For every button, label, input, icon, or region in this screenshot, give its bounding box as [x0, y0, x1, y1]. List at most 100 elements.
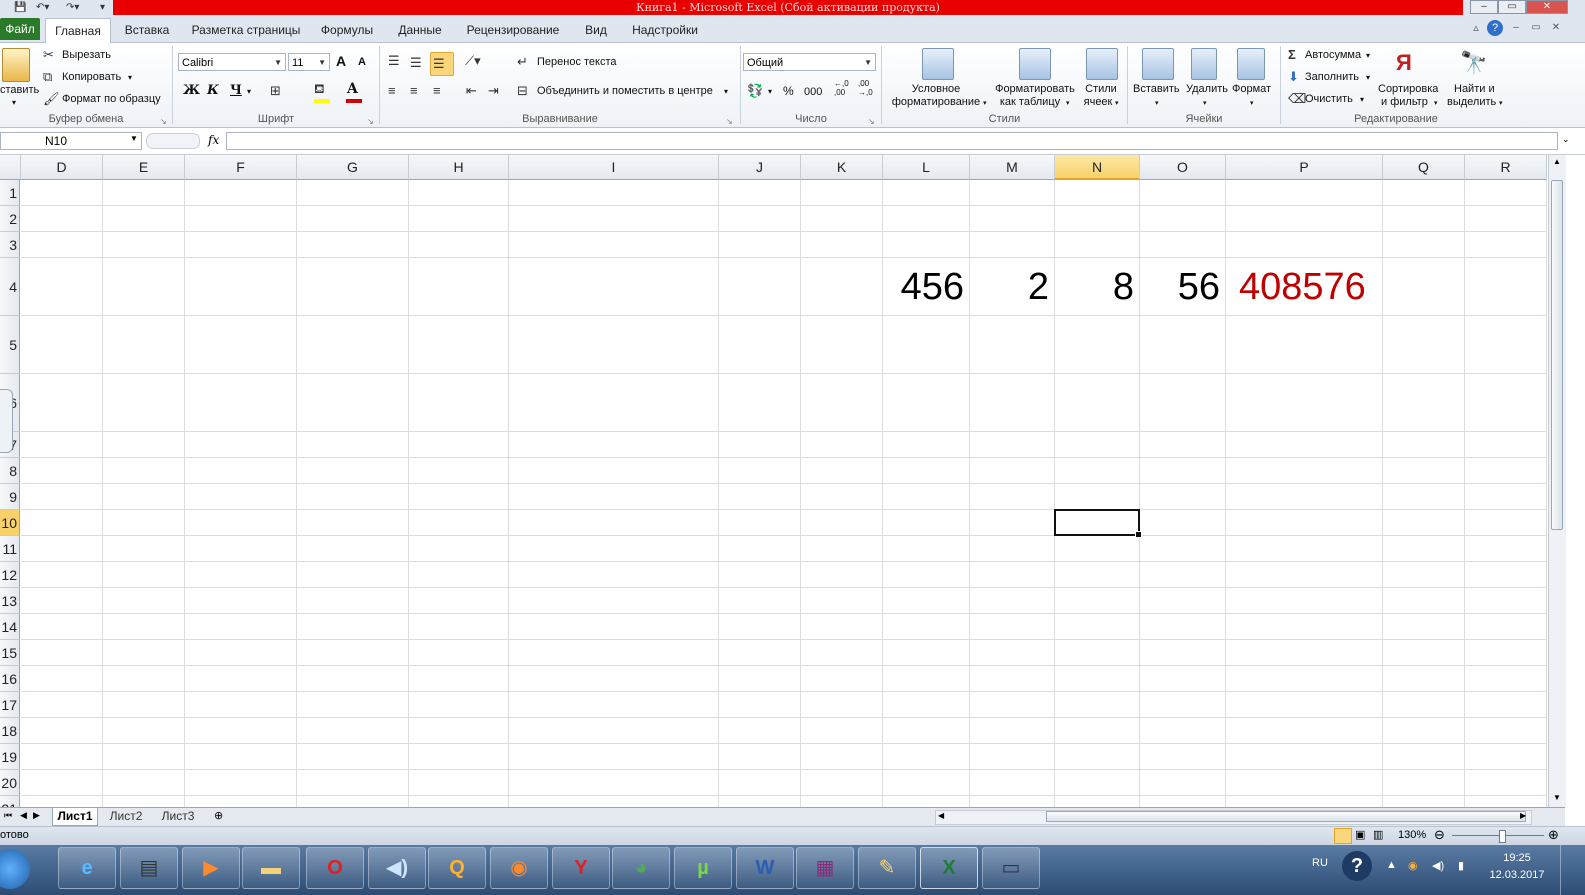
doc-minimize-icon[interactable]: –	[1508, 20, 1524, 36]
selected-cell-n10[interactable]	[1054, 509, 1142, 538]
internet-explorer-icon[interactable]: e	[58, 847, 116, 889]
tab-insert[interactable]: Вставка	[118, 20, 176, 42]
utorrent-icon[interactable]: µ	[674, 847, 732, 889]
find-dropdown-icon[interactable]: ▾	[1499, 97, 1503, 110]
doc-restore-icon[interactable]: ▭	[1528, 20, 1544, 36]
paint-icon[interactable]: ✎	[858, 847, 916, 889]
column-header-m[interactable]: M	[970, 155, 1055, 180]
side-panel-tab[interactable]	[0, 389, 13, 453]
merge-dropdown-icon[interactable]: ▾	[724, 85, 728, 98]
name-box[interactable]: N10	[0, 132, 142, 150]
format-as-table-label-2[interactable]: как таблицу	[990, 96, 1070, 109]
sort-filter-label-1[interactable]: Сортировка	[1378, 83, 1438, 96]
delete-cells-button[interactable]: Удалить	[1186, 83, 1228, 96]
show-hidden-icons[interactable]: ▲	[1386, 859, 1397, 871]
clipboard-launcher-icon[interactable]: ↘	[160, 115, 167, 128]
search-app-icon[interactable]: Q	[428, 847, 486, 889]
column-header-h[interactable]: H	[409, 155, 509, 180]
speaker-app-icon[interactable]: ◀)	[368, 847, 426, 889]
orientation-icon[interactable]: ⟋▾	[465, 53, 481, 69]
yandex-browser-icon[interactable]: Y	[552, 847, 610, 889]
format-cells-button[interactable]: Формат	[1232, 83, 1271, 96]
name-box-dropdown-icon[interactable]: ▼	[130, 134, 138, 143]
chrome-icon[interactable]: ◕	[612, 847, 670, 889]
row-header-16[interactable]: 16	[0, 666, 20, 692]
conditional-formatting-label-1[interactable]: Условное	[884, 83, 988, 96]
fill-handle[interactable]	[1135, 531, 1142, 538]
align-right-icon[interactable]: ≡	[433, 83, 441, 99]
volume-icon[interactable]: ◀)	[1432, 859, 1444, 872]
column-header-i[interactable]: I	[509, 155, 719, 180]
row-header-15[interactable]: 15	[0, 640, 20, 666]
borders-icon[interactable]: ⊞	[270, 83, 281, 99]
clock-date[interactable]: 12.03.2017	[1484, 869, 1550, 881]
worksheet-grid[interactable]: D E F G H I J K L M N O P Q R 1 2 3 4 5 6 7 8 9 10 11 12 13 14 15 16 17…	[0, 155, 1548, 807]
insert-function-button[interactable]: fx	[208, 133, 219, 147]
cell-styles-dropdown-icon[interactable]: ▾	[1115, 97, 1119, 110]
paste-button[interactable]: ставить	[0, 84, 39, 97]
column-header-j[interactable]: J	[719, 155, 801, 180]
format-painter-icon[interactable]: 🖌	[43, 91, 60, 107]
row-header-5[interactable]: 5	[0, 316, 20, 374]
insert-cells-icon[interactable]	[1142, 48, 1174, 80]
help-icon[interactable]: ?	[1487, 20, 1503, 36]
font-launcher-icon[interactable]: ↘	[367, 115, 374, 128]
scroll-left-icon[interactable]: ◀	[938, 811, 944, 820]
decrease-decimal-button[interactable]: ,00 →,0	[858, 79, 878, 97]
column-header-q[interactable]: Q	[1383, 155, 1465, 180]
normal-view-icon[interactable]	[1334, 828, 1352, 844]
notepad-icon[interactable]: ▭	[982, 847, 1040, 889]
tab-formulas[interactable]: Формулы	[314, 20, 380, 42]
align-left-icon[interactable]: ≡	[388, 83, 396, 99]
tab-data[interactable]: Данные	[390, 20, 450, 42]
find-select-label-2[interactable]: выделить	[1447, 96, 1496, 109]
tab-addins[interactable]: Надстройки	[625, 20, 705, 42]
sheet-tab-2[interactable]: Лист2	[104, 808, 148, 825]
row-header-9[interactable]: 9	[0, 484, 20, 510]
row-header-12[interactable]: 12	[0, 562, 20, 588]
wrap-text-button[interactable]: Перенос текста	[537, 56, 617, 69]
row-header-4[interactable]: 4	[0, 258, 20, 316]
firefox-icon[interactable]: ◉	[490, 847, 548, 889]
cell-n4[interactable]: 8	[1055, 258, 1134, 316]
horizontal-scrollbar[interactable]: ◀ ▶	[935, 810, 1532, 825]
excel-icon[interactable]: X	[920, 847, 978, 889]
winrar-icon[interactable]: ▦	[796, 847, 854, 889]
autosum-button[interactable]: Автосумма	[1305, 49, 1361, 62]
insert-sheet-icon[interactable]: ⊕	[214, 809, 223, 822]
word-icon[interactable]: W	[736, 847, 794, 889]
conditional-formatting-icon[interactable]	[922, 48, 954, 80]
tray-app-icon[interactable]: ◉	[1408, 859, 1418, 872]
select-all-corner[interactable]	[0, 155, 21, 180]
column-header-r[interactable]: R	[1465, 155, 1547, 180]
font-color-button[interactable]: A	[347, 82, 358, 96]
row-header-2[interactable]: 2	[0, 206, 20, 232]
copy-icon[interactable]: ⧉	[43, 69, 52, 85]
thousands-button[interactable]: 000	[804, 86, 822, 99]
binoculars-icon[interactable]: 🔭	[1460, 49, 1487, 77]
sheet-tab-3[interactable]: Лист3	[156, 808, 200, 825]
conditional-dropdown-icon[interactable]: ▾	[983, 97, 987, 110]
first-sheet-icon[interactable]: ⏮	[4, 810, 12, 821]
underline-button[interactable]: Ч	[230, 84, 242, 97]
zoom-slider-thumb[interactable]	[1499, 830, 1506, 843]
row-header-20[interactable]: 20	[0, 770, 20, 796]
find-select-label-1[interactable]: Найти и	[1454, 83, 1495, 96]
column-header-o[interactable]: O	[1140, 155, 1226, 180]
network-icon[interactable]: ▮	[1458, 859, 1464, 872]
row-header-3[interactable]: 3	[0, 232, 20, 258]
font-name-select[interactable]: Calibri ▼	[178, 53, 286, 71]
ribbon-minimize-icon[interactable]: ▵	[1468, 20, 1484, 36]
sheet-tab-1[interactable]: Лист1	[52, 808, 98, 826]
page-break-view-icon[interactable]: ▥	[1373, 828, 1383, 841]
zoom-in-icon[interactable]: ⊕	[1548, 827, 1559, 843]
scroll-right-icon[interactable]: ▶	[1520, 811, 1526, 820]
clear-button[interactable]: Очистить	[1305, 93, 1353, 106]
undo-icon[interactable]: ↶▾	[36, 1, 49, 14]
cell-o4[interactable]: 56	[1140, 258, 1220, 316]
percent-button[interactable]: %	[783, 85, 794, 98]
number-format-select[interactable]: Общий ▼	[743, 53, 876, 71]
alignment-launcher-icon[interactable]: ↘	[726, 115, 733, 128]
next-sheet-icon[interactable]: ▶	[33, 810, 40, 821]
sort-filter-icon[interactable]: Я	[1396, 49, 1412, 77]
